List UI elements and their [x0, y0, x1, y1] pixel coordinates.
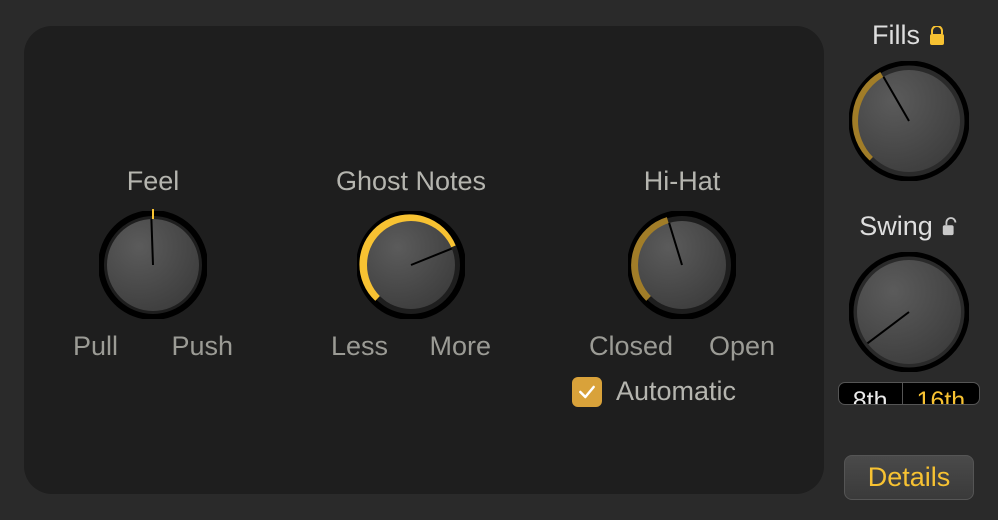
swing-title: Swing [859, 211, 933, 242]
hihat-labels: Closed Open [589, 331, 775, 362]
root: Feel Pull Push [0, 0, 998, 520]
automatic-label: Automatic [616, 376, 736, 407]
swing-8th-button[interactable]: 8th [839, 383, 902, 404]
swing-title-row: Swing [859, 211, 959, 242]
automatic-row: Automatic [572, 376, 736, 407]
swing-knob[interactable] [849, 252, 969, 372]
swing-16th-button[interactable]: 16th [903, 383, 980, 404]
fills-knob[interactable] [849, 61, 969, 181]
ghost-labels: Less More [331, 331, 491, 362]
hihat-left-label: Closed [589, 331, 673, 362]
automatic-checkbox[interactable] [572, 377, 602, 407]
hihat-title: Hi-Hat [644, 166, 721, 197]
lock-closed-icon[interactable] [928, 26, 946, 46]
ghost-right-label: More [429, 331, 491, 362]
feel-right-label: Push [171, 331, 233, 362]
hihat-right-label: Open [709, 331, 775, 362]
ghost-knob-group: Ghost Notes Less More [331, 166, 491, 362]
ghost-knob[interactable] [357, 211, 465, 319]
ghost-title: Ghost Notes [336, 166, 486, 197]
main-panel: Feel Pull Push [24, 26, 824, 494]
hihat-knob[interactable] [628, 211, 736, 319]
feel-left-label: Pull [73, 331, 118, 362]
lock-open-icon[interactable] [941, 217, 959, 237]
feel-knob-group: Feel Pull Push [73, 166, 233, 362]
feel-knob[interactable] [99, 211, 207, 319]
swing-segmented: 8th 16th [838, 382, 980, 405]
fills-title-row: Fills [872, 20, 946, 51]
feel-labels: Pull Push [73, 331, 233, 362]
hihat-knob-group: Hi-Hat Closed Open [589, 166, 775, 362]
sidebar: Fills Swing [824, 0, 994, 520]
fills-title: Fills [872, 20, 920, 51]
ghost-left-label: Less [331, 331, 388, 362]
check-icon [577, 382, 597, 402]
feel-title: Feel [127, 166, 180, 197]
details-button[interactable]: Details [844, 455, 974, 500]
